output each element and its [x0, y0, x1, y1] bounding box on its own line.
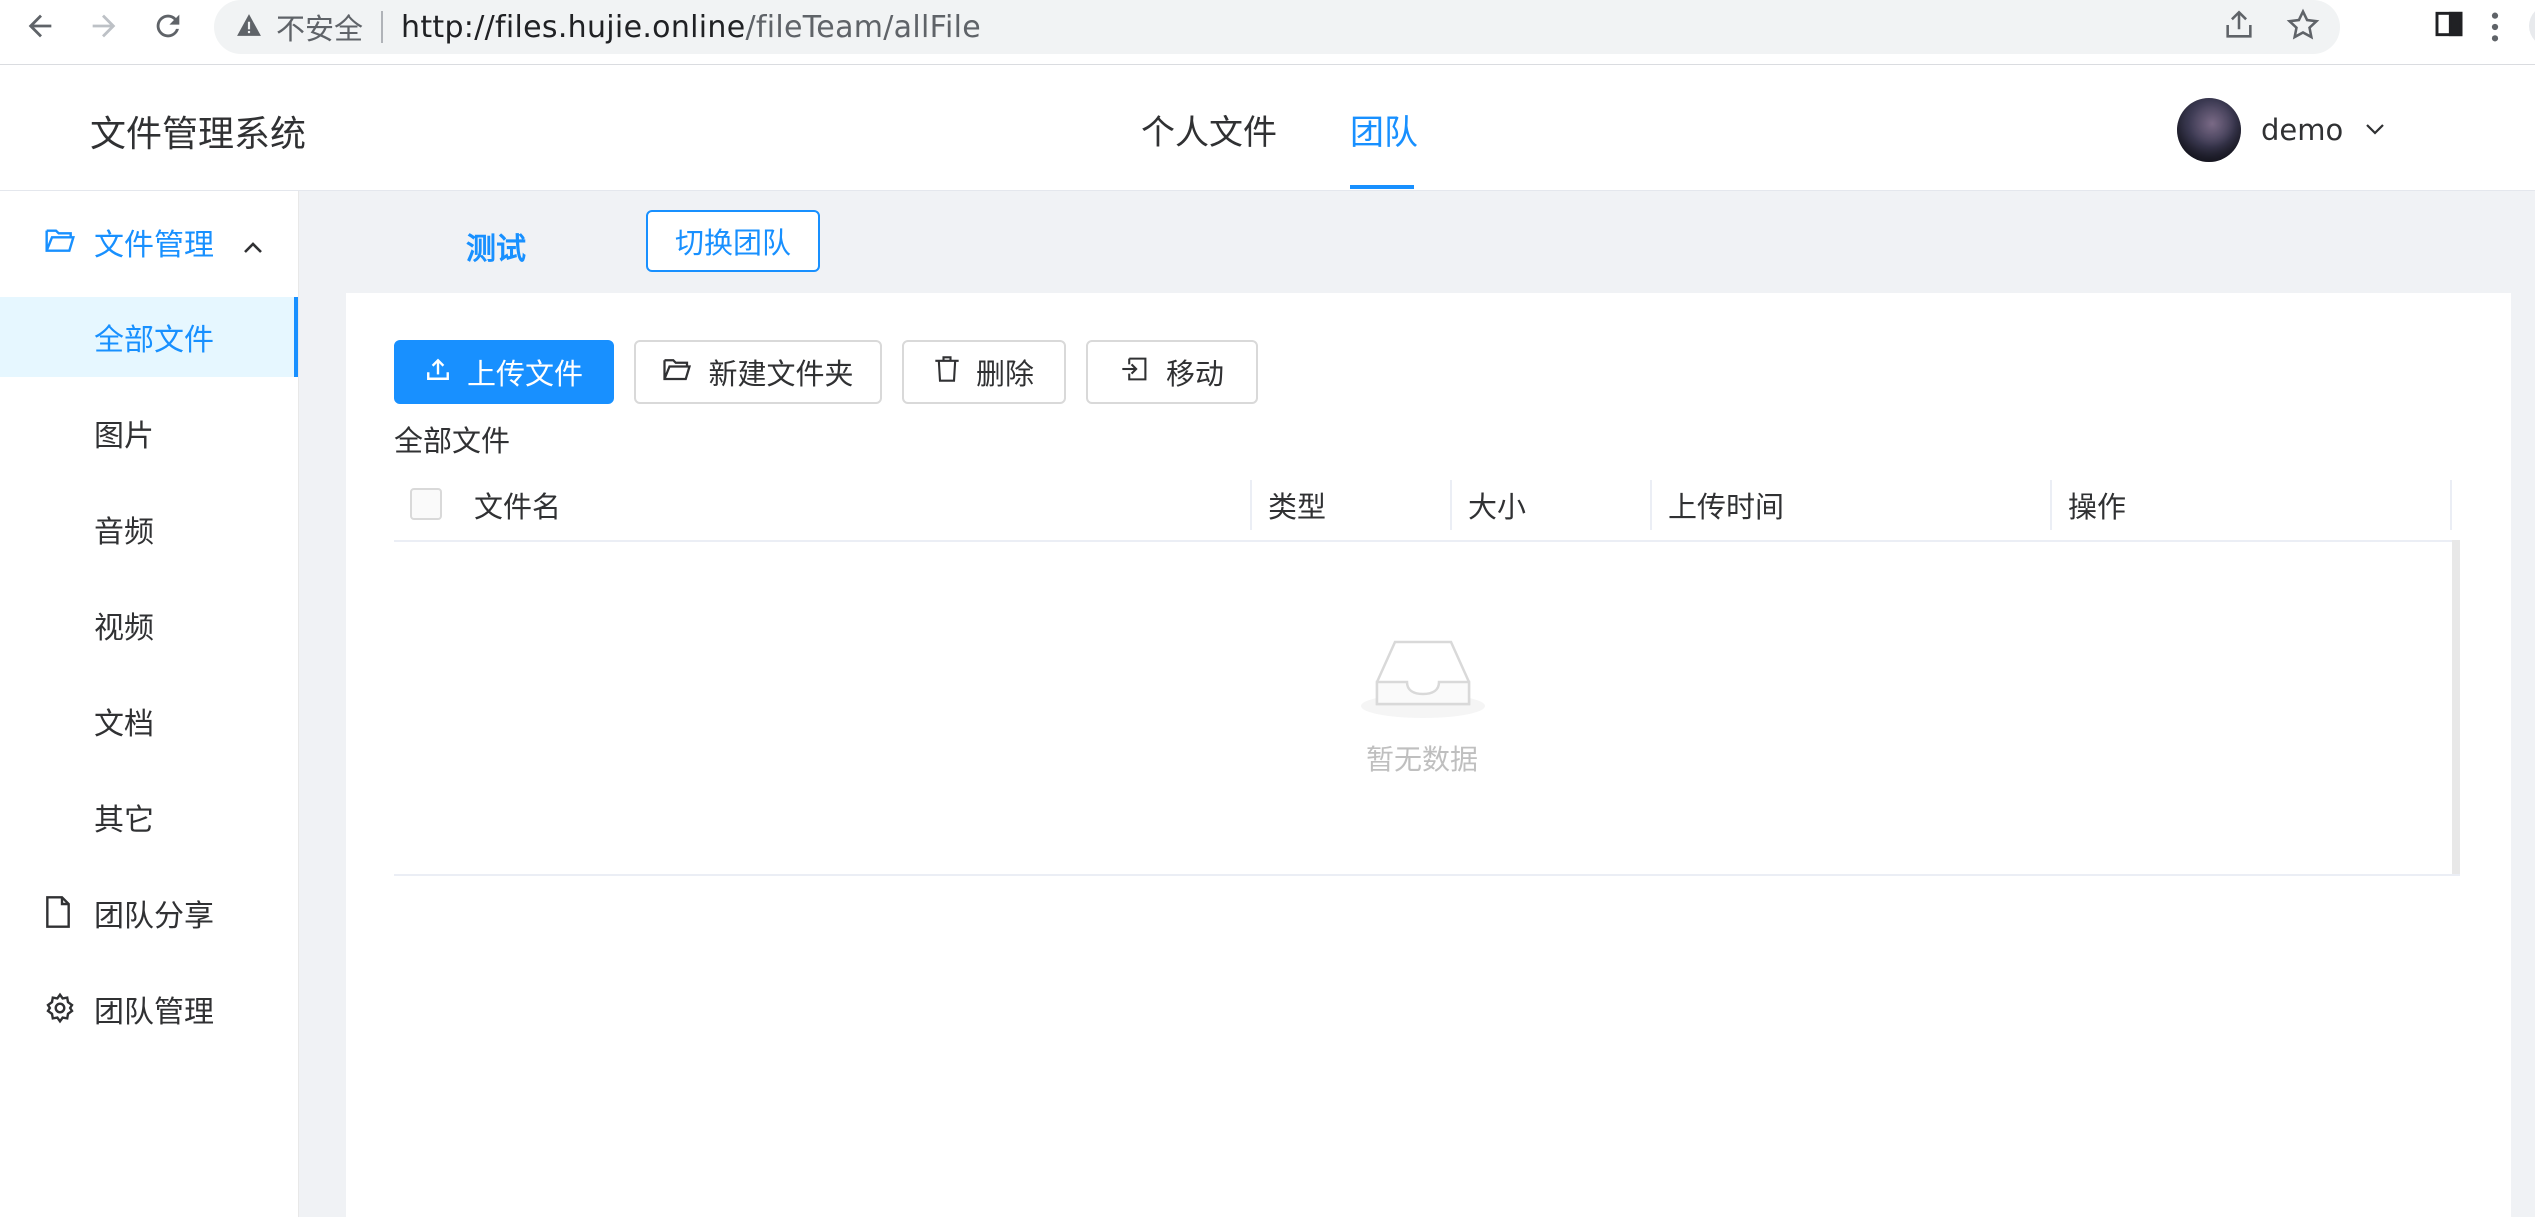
- sidebar-item-documents[interactable]: 文档: [0, 681, 298, 761]
- address-divider: [381, 11, 384, 43]
- trash-icon: [934, 355, 960, 390]
- column-header-name[interactable]: 文件名: [474, 470, 561, 540]
- table-header: 文件名 类型 大小 上传时间 操作: [394, 470, 2452, 542]
- upload-icon: [425, 355, 451, 389]
- sidebar-item-team-share[interactable]: 团队分享: [0, 868, 298, 958]
- sidebar-group-label: 团队分享: [94, 899, 214, 934]
- move-label: 移动: [1165, 357, 1224, 391]
- file-icon: [44, 896, 72, 936]
- kebab-menu-icon[interactable]: [2490, 10, 2500, 48]
- column-divider: [2450, 480, 2452, 530]
- upload-file-button[interactable]: 上传文件: [394, 340, 614, 404]
- column-header-type[interactable]: 类型: [1268, 470, 1326, 540]
- user-name[interactable]: demo: [2261, 113, 2343, 147]
- forward-icon[interactable]: [80, 2, 128, 50]
- switch-team-button[interactable]: 切换团队: [646, 210, 820, 272]
- select-all-checkbox[interactable]: [410, 488, 442, 520]
- gear-icon: [44, 992, 76, 1032]
- app-title: 文件管理系统: [90, 114, 307, 155]
- folder-open-icon: [44, 225, 76, 263]
- sidebar-item-label: 音频: [94, 515, 154, 550]
- active-tab-indicator: [1350, 185, 1414, 189]
- chevron-down-icon[interactable]: [2365, 121, 2385, 140]
- sidebar-item-team-management[interactable]: 团队管理: [0, 964, 298, 1054]
- move-button[interactable]: 移动: [1086, 340, 1258, 404]
- column-divider: [1450, 480, 1452, 530]
- sidebar-item-label: 视频: [94, 611, 154, 646]
- section-title: 全部文件: [394, 424, 511, 458]
- url-path: /fileTeam/allFile: [745, 9, 982, 45]
- tab-personal-files[interactable]: 个人文件: [1141, 105, 1277, 154]
- upload-file-label: 上传文件: [466, 357, 583, 391]
- avatar[interactable]: [2177, 98, 2241, 162]
- folder-open-icon: [662, 355, 692, 390]
- share-icon[interactable]: [2222, 8, 2256, 46]
- table-scrollbar[interactable]: [2452, 540, 2460, 874]
- empty-inbox-icon: [1355, 632, 1491, 724]
- address-bar[interactable]: 不安全 http://files.hujie.online/fileTeam/a…: [214, 0, 2340, 54]
- sidebar: 文件管理 全部文件 图片 音频 视频 文档 其它 团队分享 团队管理: [0, 191, 299, 1217]
- sidebar-item-all-files[interactable]: 全部文件: [0, 297, 298, 377]
- team-name: 测试: [466, 232, 526, 267]
- tab-team[interactable]: 团队: [1350, 105, 1418, 154]
- chevron-up-icon[interactable]: [242, 229, 264, 264]
- sidebar-item-label: 图片: [94, 419, 154, 454]
- delete-label: 删除: [975, 357, 1034, 391]
- sidebar-item-other[interactable]: 其它: [0, 777, 298, 857]
- reload-icon[interactable]: [144, 2, 192, 50]
- user-menu[interactable]: demo: [2177, 98, 2385, 162]
- sidebar-item-label: 文档: [94, 707, 154, 742]
- delete-button[interactable]: 删除: [902, 340, 1066, 404]
- app-header: 文件管理系统 个人文件 团队 demo: [0, 65, 2535, 192]
- sidebar-item-images[interactable]: 图片: [0, 393, 298, 473]
- security-label[interactable]: 不安全: [276, 6, 363, 48]
- back-icon[interactable]: [16, 2, 64, 50]
- new-folder-button[interactable]: 新建文件夹: [634, 340, 882, 404]
- column-divider: [1650, 480, 1652, 530]
- sidebar-item-audio[interactable]: 音频: [0, 489, 298, 569]
- browser-toolbar: 不安全 http://files.hujie.online/fileTeam/a…: [0, 0, 2535, 65]
- column-divider: [2050, 480, 2052, 530]
- bookmark-star-icon[interactable]: [2286, 8, 2320, 46]
- sidebar-group-label: 文件管理: [94, 228, 214, 263]
- profile-icon[interactable]: [2529, 5, 2535, 47]
- empty-state-text: 暂无数据: [1366, 743, 1479, 776]
- url-text[interactable]: http://files.hujie.online/fileTeam/allFi…: [401, 10, 981, 45]
- sidebar-item-label: 其它: [94, 803, 154, 838]
- move-icon: [1120, 355, 1150, 390]
- side-panel-icon[interactable]: [2433, 8, 2465, 44]
- column-header-upload-time[interactable]: 上传时间: [1668, 470, 1784, 540]
- column-divider: [1250, 480, 1252, 530]
- column-header-size[interactable]: 大小: [1468, 470, 1526, 540]
- new-folder-label: 新建文件夹: [708, 357, 854, 391]
- sidebar-group-file-management[interactable]: 文件管理: [0, 197, 298, 287]
- warning-icon[interactable]: [236, 13, 262, 41]
- column-header-actions: 操作: [2068, 490, 2127, 524]
- sidebar-item-label: 全部文件: [94, 323, 214, 358]
- url-host: http://files.hujie.online: [401, 9, 746, 45]
- sidebar-item-video[interactable]: 视频: [0, 585, 298, 665]
- sidebar-group-label: 团队管理: [94, 995, 214, 1030]
